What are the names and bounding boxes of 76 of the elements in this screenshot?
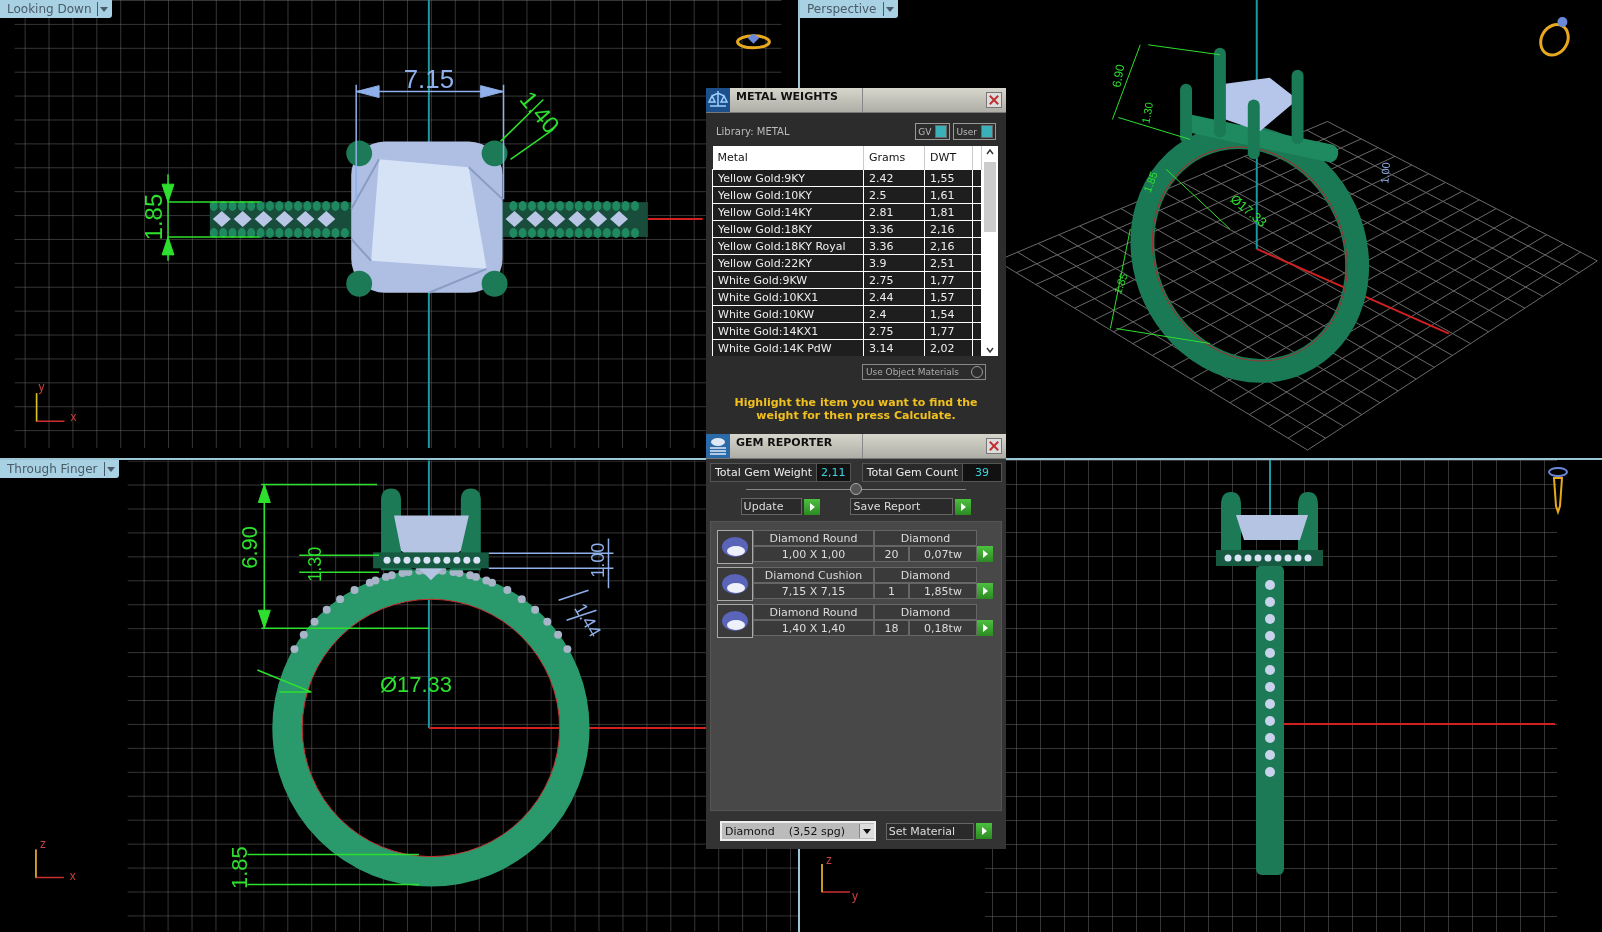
ring-icon xyxy=(736,33,771,50)
column-header[interactable]: DWT xyxy=(924,146,973,170)
viewport-dropdown[interactable]: Through Finger xyxy=(0,460,119,478)
gem-size: 1,40 X 1,40 xyxy=(753,620,874,636)
axis-label: z xyxy=(39,836,46,851)
caret-icon xyxy=(97,2,109,16)
axis-label: x xyxy=(70,410,77,425)
set-material-button[interactable]: Set Material xyxy=(885,822,974,840)
dimension-label: 1.85 xyxy=(227,846,253,889)
use-object-materials-toggle[interactable]: Use Object Materials xyxy=(861,364,986,380)
close-button[interactable] xyxy=(986,92,1002,108)
dimension-label: 1.85 xyxy=(1111,271,1130,296)
gem-name: Diamond Cushion xyxy=(753,567,874,583)
gem-count: 18 xyxy=(874,620,909,636)
dimension-label: 1.30 xyxy=(1139,101,1156,125)
scale-icon xyxy=(706,88,730,112)
gem-material: Diamond xyxy=(874,604,977,620)
play-button[interactable] xyxy=(804,498,821,515)
table-cell: Yellow Gold:9KY xyxy=(712,169,864,187)
axis-label: z xyxy=(826,853,832,867)
gem-icon xyxy=(717,604,753,638)
total-value: 39 xyxy=(963,464,1001,481)
play-button[interactable] xyxy=(955,498,972,515)
table-cell: 2.42 xyxy=(863,169,925,187)
dimension-label: 6.90 xyxy=(237,526,263,569)
axis-icon xyxy=(35,848,65,879)
gem-icon xyxy=(717,530,753,564)
dimension-label: 1.00 xyxy=(1378,161,1393,185)
splitter-handle[interactable] xyxy=(850,483,862,495)
axis-icon xyxy=(35,392,66,422)
caret-icon xyxy=(103,462,115,476)
dimension-label: 1.00 xyxy=(588,542,609,578)
panel-title: METAL WEIGHTS xyxy=(730,88,863,112)
viewport-dropdown[interactable]: Perspective xyxy=(800,0,898,18)
table-cell: 1,55 xyxy=(924,169,973,187)
close-button[interactable] xyxy=(986,438,1002,454)
viewport-dropdown[interactable]: Looking Down xyxy=(0,0,113,18)
dimension-label: 1.85 xyxy=(1141,169,1160,194)
axis-label: x xyxy=(69,868,76,883)
report-icon xyxy=(706,434,730,458)
gem-weight: 0,18tw xyxy=(909,620,977,636)
panel-title: GEM REPORTER xyxy=(730,434,863,458)
close-icon xyxy=(987,93,1001,107)
hint-text: Highlight the item you want to find the weight for then press Calculate. xyxy=(733,396,979,422)
gem-weight: 0,07tw xyxy=(909,546,977,562)
axis-label: y xyxy=(38,380,45,395)
gem-count: 1 xyxy=(874,583,909,599)
axis-line xyxy=(646,218,704,221)
dimension-label: 1.40 xyxy=(514,85,566,139)
gem-weight: 1,85tw xyxy=(909,583,977,599)
material-dropdown[interactable]: Diamond (3,52 spg) xyxy=(720,821,876,841)
toggle-switch[interactable]: GV xyxy=(915,123,951,140)
gem-name: Diamond Round xyxy=(753,530,874,546)
total-value: 2,11 xyxy=(817,464,850,481)
gem-material: Diamond xyxy=(874,530,977,546)
dimension-label: 1.85 xyxy=(140,193,168,241)
gem-name: Diamond Round xyxy=(753,604,874,620)
caret-icon xyxy=(882,2,894,16)
column-header[interactable]: Metal xyxy=(712,146,864,170)
gem-icon xyxy=(717,567,753,601)
scrollbar[interactable] xyxy=(982,146,998,356)
library-label: Library: METAL xyxy=(716,126,790,137)
ring-icon xyxy=(1539,16,1570,57)
gem-size: 7,15 X 7,15 xyxy=(753,583,874,599)
gem-size: 1,00 X 1,00 xyxy=(753,546,874,562)
axis-label: y xyxy=(852,889,858,903)
action-button[interactable]: Save Report xyxy=(850,498,954,515)
toggle-switch[interactable]: User xyxy=(953,123,996,140)
gem-count: 20 xyxy=(874,546,909,562)
gem-material: Diamond xyxy=(874,567,977,583)
earring-icon xyxy=(1548,467,1568,516)
dimension-label: 6.90 xyxy=(1109,63,1128,89)
column-header[interactable]: Grams xyxy=(863,146,925,170)
action-button[interactable]: Update xyxy=(740,498,803,515)
close-icon xyxy=(987,439,1001,453)
axis-icon xyxy=(821,863,851,893)
